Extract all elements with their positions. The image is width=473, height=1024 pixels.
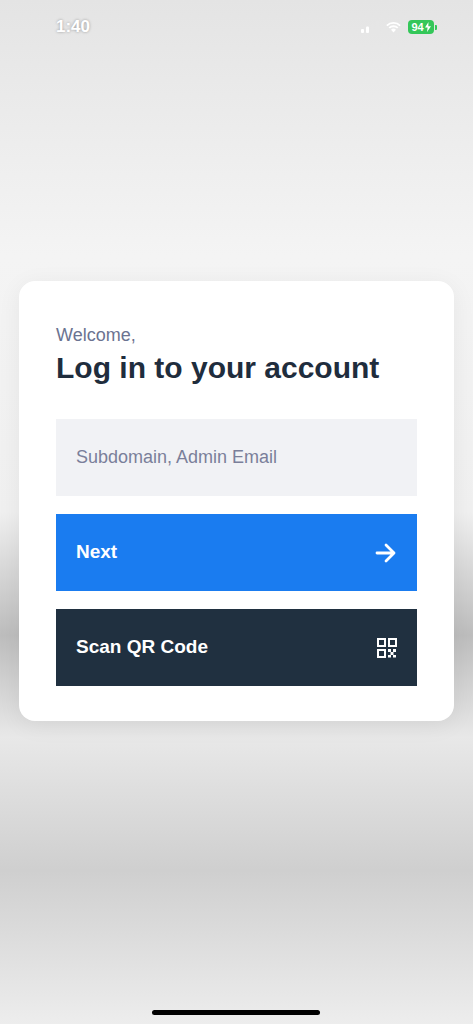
status-icons: 94 (361, 20, 437, 34)
login-title: Log in to your account (56, 349, 417, 387)
login-card: Welcome,Log in to your account Next Scan Q… (19, 281, 454, 721)
scan-qr-button[interactable]: Scan QR Code (56, 609, 417, 686)
next-button[interactable]: Next (56, 514, 417, 591)
battery-level: 94 (411, 20, 423, 34)
arrow-right-icon (375, 543, 397, 563)
status-bar: 1:40 94 (0, 0, 473, 54)
wifi-icon (385, 21, 402, 33)
screen: 1:40 94 Welcome,Log in to your account Nex… (0, 0, 473, 1024)
battery-body: 94 (408, 20, 434, 34)
button-label: Scan QR Code (76, 633, 208, 662)
battery-cap (435, 25, 437, 30)
qr-code-icon (377, 638, 397, 658)
button-label: Next (76, 538, 117, 567)
home-indicator (152, 1010, 320, 1015)
bolt-icon (425, 22, 431, 32)
battery-icon: 94 (408, 20, 437, 34)
clock-time: 1:40 (56, 14, 90, 40)
subdomain-input[interactable] (56, 419, 417, 496)
greeting: Welcome, (56, 323, 417, 347)
signal-icon (361, 21, 379, 33)
